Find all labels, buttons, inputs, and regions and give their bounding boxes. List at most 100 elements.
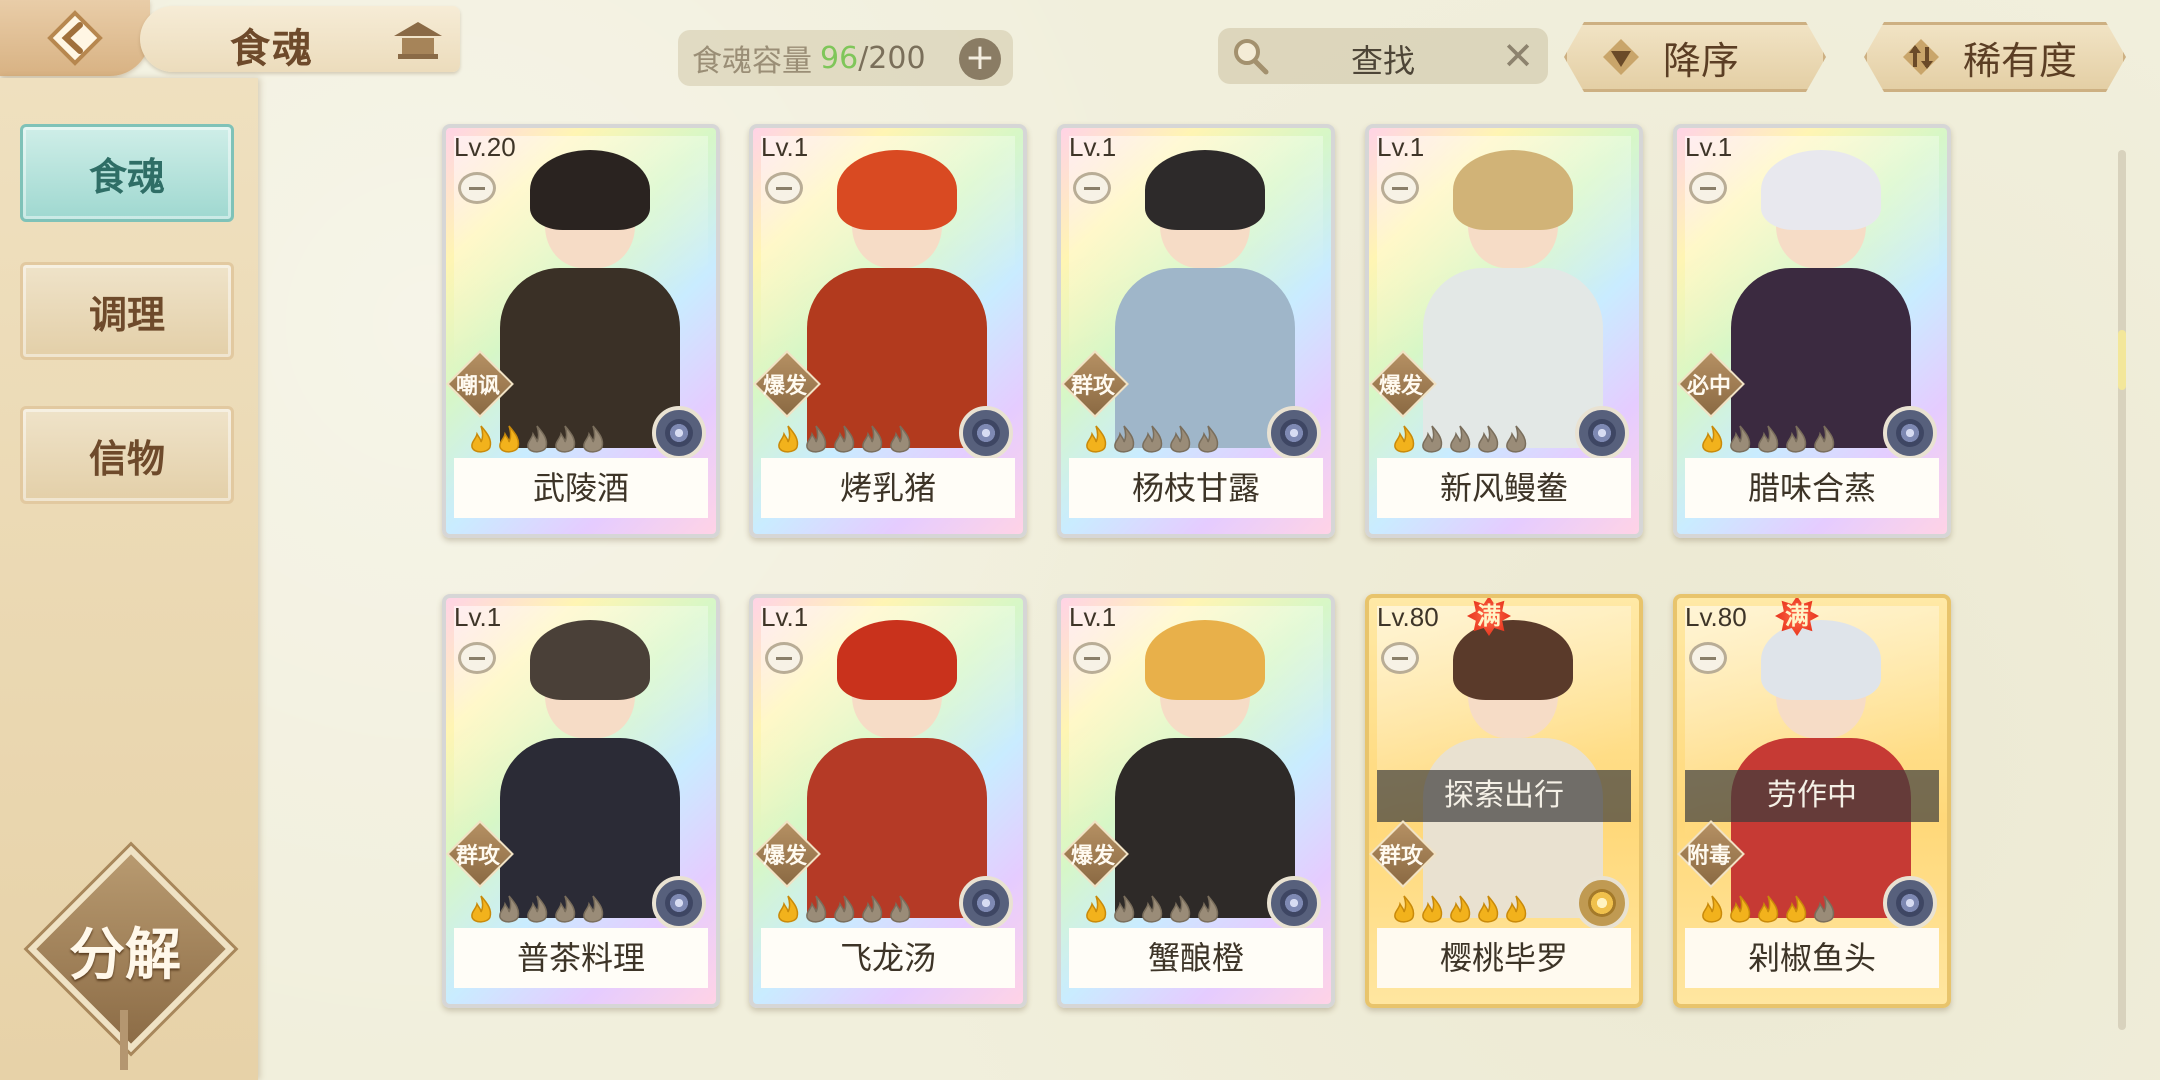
flame-star-icon	[1139, 424, 1165, 456]
search-input[interactable]: 查找 ✕	[1218, 28, 1548, 84]
card-name: 烤乳猪	[761, 458, 1015, 518]
lock-icon[interactable]	[1381, 642, 1419, 674]
character-portrait	[1105, 618, 1295, 918]
flame-star-icon	[1391, 424, 1417, 456]
flame-star-icon	[1195, 424, 1221, 456]
flame-star-icon	[468, 424, 494, 456]
star-rating	[1391, 894, 1529, 926]
food-soul-card[interactable]: Lv.1 群攻 普茶料理	[442, 594, 720, 1008]
flame-star-icon	[1811, 894, 1837, 926]
card-level: Lv.1	[761, 132, 809, 162]
role-badge: 爆发	[1369, 350, 1437, 418]
search-placeholder: 查找	[1350, 42, 1415, 80]
lock-icon[interactable]	[1689, 642, 1727, 674]
element-icon	[652, 406, 706, 460]
element-icon	[959, 406, 1013, 460]
star-rating	[1699, 894, 1837, 926]
decompose-button[interactable]: 分解	[27, 845, 235, 1053]
lock-icon[interactable]	[1689, 172, 1727, 204]
scrollbar-track[interactable]	[2118, 150, 2126, 1030]
card-level: Lv.20	[454, 132, 516, 162]
flame-star-icon	[1475, 894, 1501, 926]
sort-order-button[interactable]: 降序	[1564, 22, 1826, 92]
flame-star-icon	[775, 894, 801, 926]
flame-star-icon	[496, 424, 522, 456]
flame-star-icon	[1419, 424, 1445, 456]
back-button[interactable]	[0, 0, 150, 76]
tab-conditioning[interactable]: 调理	[20, 262, 234, 360]
element-icon	[1883, 876, 1937, 930]
sort-rarity-button[interactable]: 稀有度	[1864, 22, 2126, 92]
role-badge: 嘲讽	[446, 350, 514, 418]
flame-star-icon	[1783, 424, 1809, 456]
food-soul-card[interactable]: Lv.1 爆发 蟹酿橙	[1057, 594, 1335, 1008]
scrollbar-thumb[interactable]	[2118, 330, 2126, 390]
role-label: 爆发	[1070, 844, 1115, 869]
flame-star-icon	[1755, 894, 1781, 926]
tab-keepsake[interactable]: 信物	[20, 406, 234, 504]
flame-star-icon	[1419, 894, 1445, 926]
flame-star-icon	[775, 424, 801, 456]
element-icon	[1267, 876, 1321, 930]
character-portrait	[1721, 148, 1911, 448]
lock-icon[interactable]	[458, 642, 496, 674]
flame-star-icon	[1111, 424, 1137, 456]
food-soul-card[interactable]: Lv.80 满劳作中 附毒 剁椒鱼头	[1673, 594, 1951, 1008]
star-rating	[1391, 424, 1529, 456]
element-icon	[1575, 406, 1629, 460]
star-rating	[775, 424, 913, 456]
capacity-add-button[interactable]: +	[959, 38, 1001, 80]
card-name: 新风鳗鲞	[1377, 458, 1631, 518]
star-rating	[468, 894, 606, 926]
card-name: 剁椒鱼头	[1685, 928, 1939, 988]
sort-down-icon	[1601, 37, 1641, 77]
flame-star-icon	[859, 424, 885, 456]
role-label: 爆发	[762, 374, 807, 399]
card-level: Lv.1	[1069, 132, 1117, 162]
clear-icon[interactable]: ✕	[1502, 34, 1534, 78]
flame-star-icon	[580, 894, 606, 926]
food-soul-card[interactable]: Lv.1 爆发 新风鳗鲞	[1365, 124, 1643, 538]
sort-order-label: 降序	[1663, 38, 1740, 83]
food-soul-card[interactable]: Lv.1 必中 腊味合蒸	[1673, 124, 1951, 538]
lock-icon[interactable]	[1073, 642, 1111, 674]
flame-star-icon	[859, 894, 885, 926]
status-label: 劳作中	[1685, 770, 1939, 822]
lock-icon[interactable]	[458, 172, 496, 204]
decompose-label: 分解	[69, 922, 181, 988]
food-soul-card[interactable]: Lv.1 爆发 烤乳猪	[749, 124, 1027, 538]
tab-food-soul[interactable]: 食魂	[20, 124, 234, 222]
role-label: 爆发	[1378, 374, 1423, 399]
card-level: Lv.1	[761, 602, 809, 632]
character-portrait	[797, 148, 987, 448]
role-label: 嘲讽	[455, 374, 500, 399]
role-badge: 附毒	[1677, 820, 1745, 888]
flame-star-icon	[1167, 894, 1193, 926]
lock-icon[interactable]	[1073, 172, 1111, 204]
flame-star-icon	[1503, 894, 1529, 926]
element-icon	[652, 876, 706, 930]
food-soul-card[interactable]: Lv.1 群攻 杨枝甘露	[1057, 124, 1335, 538]
lock-icon[interactable]	[1381, 172, 1419, 204]
flame-star-icon	[1083, 894, 1109, 926]
food-soul-card[interactable]: Lv.80 满探索出行 群攻 樱桃毕罗	[1365, 594, 1643, 1008]
character-portrait	[490, 618, 680, 918]
home-pavilion-icon[interactable]	[390, 16, 446, 64]
role-label: 附毒	[1686, 844, 1731, 869]
flame-star-icon	[831, 424, 857, 456]
flame-star-icon	[887, 424, 913, 456]
flame-star-icon	[1195, 894, 1221, 926]
soul-capacity: 食魂容量 96 / 200 +	[678, 30, 1013, 86]
food-soul-card[interactable]: Lv.20 嘲讽 武陵酒	[442, 124, 720, 538]
flame-star-icon	[496, 894, 522, 926]
flame-star-icon	[1783, 894, 1809, 926]
page-title: 食魂	[230, 25, 314, 72]
lock-icon[interactable]	[765, 172, 803, 204]
lock-icon[interactable]	[765, 642, 803, 674]
flame-star-icon	[1447, 894, 1473, 926]
role-label: 必中	[1686, 374, 1731, 399]
flame-star-icon	[468, 894, 494, 926]
element-icon	[1267, 406, 1321, 460]
tassel-decoration	[120, 1010, 128, 1070]
food-soul-card[interactable]: Lv.1 爆发 飞龙汤	[749, 594, 1027, 1008]
